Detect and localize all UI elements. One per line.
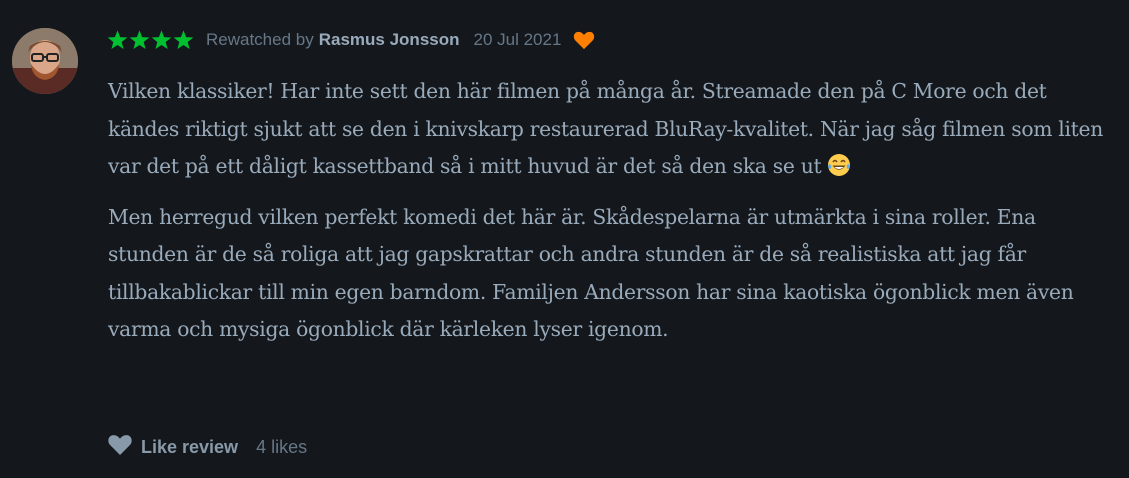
star-icon [151, 30, 172, 49]
laughing-tears-emoji-icon [827, 152, 851, 176]
review-body: Vilken klassiker! Har inte sett den här … [108, 73, 1108, 362]
review-date[interactable]: 20 Jul 2021 [474, 30, 562, 50]
review-card: Rewatched by Rasmus Jonsson 20 Jul 2021 … [0, 0, 1129, 478]
review-paragraph: Men herregud vilken perfekt komedi det h… [108, 204, 1074, 342]
like-review-button[interactable]: Like review [107, 433, 238, 461]
star-icon [129, 30, 150, 49]
heart-icon [573, 30, 595, 50]
review-paragraph: Vilken klassiker! Har inte sett den här … [108, 79, 1103, 178]
review-footer: Like review 4 likes [107, 434, 307, 460]
star-rating [107, 30, 194, 50]
likes-count[interactable]: 4 likes [256, 437, 307, 458]
heart-outline-icon [107, 433, 133, 461]
avatar[interactable] [12, 28, 78, 94]
like-review-label: Like review [141, 436, 239, 457]
action-text: Rewatched by [206, 30, 314, 49]
review-meta: Rewatched by Rasmus Jonsson 20 Jul 2021 [107, 27, 595, 53]
star-icon [107, 30, 128, 49]
reviewer-name[interactable]: Rasmus Jonsson [319, 30, 460, 50]
star-icon [173, 30, 194, 49]
